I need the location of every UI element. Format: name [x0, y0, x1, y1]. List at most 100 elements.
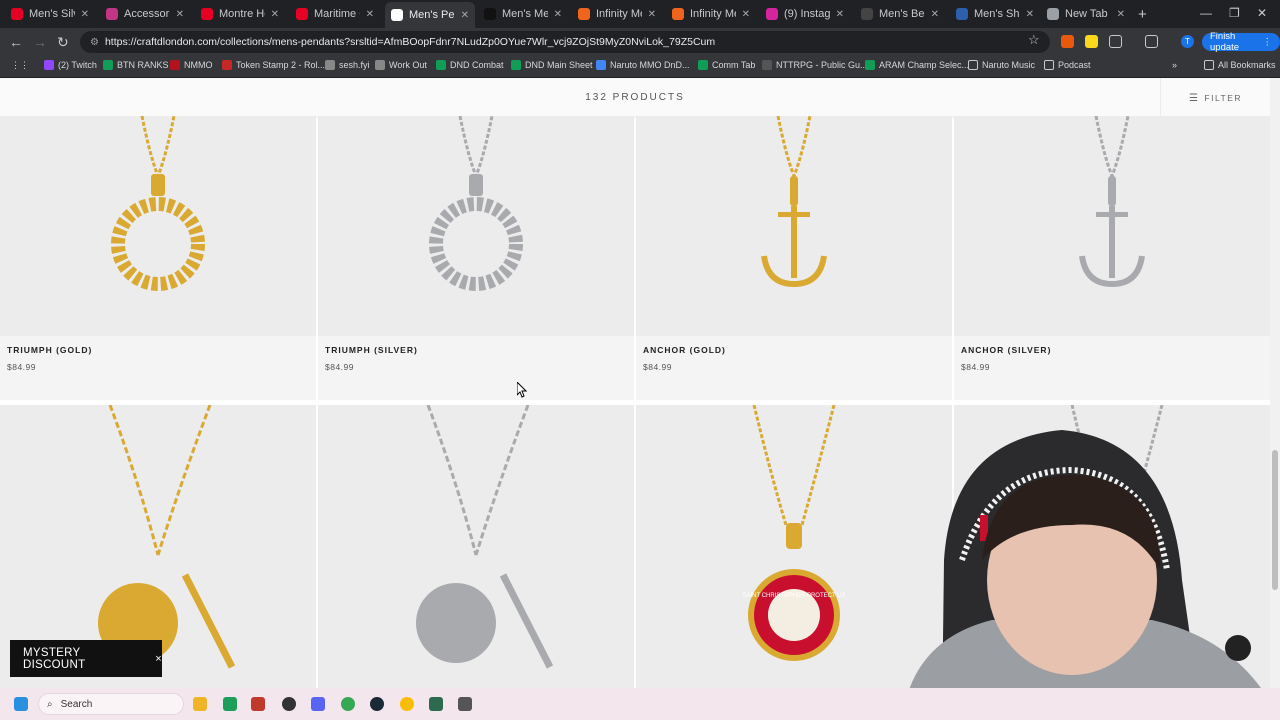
finish-update-button[interactable]: Finish update ⋮	[1202, 31, 1280, 53]
app-icon[interactable]	[251, 697, 265, 711]
product-name[interactable]: ANCHOR (GOLD)	[643, 345, 726, 355]
product-card[interactable]: TRIUMPH (GOLD) $84.99	[0, 116, 316, 400]
product-image[interactable]	[318, 405, 634, 688]
bookmark-item[interactable]: DND Combat	[436, 60, 504, 70]
tab-2[interactable]: Montre Hom ✕	[195, 4, 285, 24]
tab-1[interactable]: Accessories ✕	[100, 4, 190, 24]
product-image[interactable]	[318, 116, 634, 336]
minimize-icon[interactable]: —	[1200, 6, 1212, 20]
app-icon[interactable]	[429, 697, 443, 711]
bookmark-star-icon[interactable]: ☆	[1028, 32, 1040, 48]
product-image[interactable]	[954, 116, 1270, 336]
address-url[interactable]: https://craftdlondon.com/collections/men…	[105, 36, 715, 48]
address-bar[interactable]: ⚙ https://craftdlondon.com/collections/m…	[80, 31, 1050, 53]
tab-close-icon[interactable]: ✕	[81, 9, 89, 20]
chrome-icon[interactable]	[341, 697, 355, 711]
tab-3[interactable]: Maritime Co ✕	[290, 4, 380, 24]
chat-bubble-icon[interactable]	[1225, 635, 1251, 661]
site-info-icon[interactable]: ⚙	[90, 37, 99, 48]
bookmark-item[interactable]: DND Main Sheet	[511, 60, 593, 70]
product-card[interactable]: ANCHOR (SILVER) $84.99	[954, 116, 1270, 400]
product-image[interactable]	[636, 116, 952, 336]
app-icon[interactable]	[458, 697, 472, 711]
bookmark-favicon	[865, 60, 875, 70]
tab-close-icon[interactable]: ✕	[461, 10, 469, 21]
steam-icon[interactable]	[370, 697, 384, 711]
tab-6[interactable]: Infinity Men ✕	[572, 4, 662, 24]
bookmark-item[interactable]: Token Stamp 2 - Rol...	[222, 60, 325, 70]
tab-close-icon[interactable]: ✕	[554, 9, 562, 20]
mystery-discount-popup[interactable]: MYSTERY DISCOUNT ×	[10, 640, 162, 677]
windows-start-icon[interactable]	[14, 697, 28, 711]
tab-0[interactable]: Men's Silver ✕	[5, 4, 95, 24]
restore-icon[interactable]: ❐	[1229, 6, 1240, 20]
all-bookmarks-button[interactable]: All Bookmarks	[1204, 60, 1276, 70]
coin-pendant	[416, 583, 496, 663]
tab-close-icon[interactable]: ✕	[271, 9, 279, 20]
tab-close-icon[interactable]: ✕	[648, 9, 656, 20]
bookmark-label: Comm Tab	[712, 60, 756, 70]
product-name[interactable]: TRIUMPH (GOLD)	[7, 345, 92, 355]
bookmark-item[interactable]: Podcast	[1044, 60, 1091, 70]
filter-button[interactable]: ☰ FILTER	[1160, 78, 1270, 118]
bookmark-favicon	[222, 60, 232, 70]
bookmark-item[interactable]: BTN RANKS	[103, 60, 169, 70]
search-label: Search	[60, 698, 93, 710]
chain	[752, 405, 836, 526]
tab-4[interactable]: Men's Penda ✕	[385, 2, 475, 28]
bookmark-item[interactable]: Comm Tab	[698, 60, 755, 70]
obs-icon[interactable]	[282, 697, 296, 711]
tab-10[interactable]: Men's Short ✕	[950, 4, 1040, 24]
tab-close-icon[interactable]: ✕	[366, 9, 374, 20]
tab-close-icon[interactable]: ✕	[176, 9, 184, 20]
tab-close-icon[interactable]: ✕	[742, 9, 750, 20]
discord-icon[interactable]	[311, 697, 325, 711]
tab-close-icon[interactable]: ✕	[931, 9, 939, 20]
bookmark-item[interactable]: Work Out	[375, 60, 427, 70]
bookmark-item[interactable]: sesh.fyi	[325, 60, 370, 70]
back-icon[interactable]: ←	[9, 34, 23, 50]
tab-close-icon[interactable]: ✕	[836, 9, 844, 20]
all-bookmarks-label: All Bookmarks	[1218, 60, 1276, 70]
forward-icon[interactable]: →	[33, 34, 47, 50]
reload-icon[interactable]: ↻	[57, 34, 69, 51]
tab-7[interactable]: Infinity Men ✕	[666, 4, 756, 24]
bookmark-item[interactable]: (2) Twitch	[44, 60, 97, 70]
product-card[interactable]: TRIUMPH (SILVER) $84.99	[318, 116, 634, 400]
extension-icon[interactable]	[1061, 35, 1074, 48]
product-name[interactable]: TRIUMPH (SILVER)	[325, 345, 418, 355]
bail	[151, 174, 165, 196]
tab-11[interactable]: New Tab ✕	[1041, 4, 1131, 24]
bookmark-item[interactable]: NTTRPG - Public Gu...	[762, 60, 868, 70]
tab-close-icon[interactable]: ✕	[1117, 9, 1125, 20]
tab-5[interactable]: Men's Men ✕	[478, 4, 568, 24]
side-panel-icon[interactable]	[1145, 35, 1158, 48]
app-icon[interactable]	[223, 697, 237, 711]
tab-label: Infinity Men	[596, 8, 642, 20]
bookmarks-overflow-icon[interactable]: »	[1172, 60, 1177, 70]
extensions-puzzle-icon[interactable]	[1109, 35, 1122, 48]
profile-avatar[interactable]: T	[1181, 35, 1194, 48]
tab-9[interactable]: Men's Best S ✕	[855, 4, 945, 24]
tab-close-icon[interactable]: ✕	[1026, 9, 1034, 20]
file-explorer-icon[interactable]	[193, 697, 207, 711]
product-image[interactable]	[0, 116, 316, 336]
new-tab-icon[interactable]: +	[1138, 6, 1147, 23]
bail	[1108, 176, 1116, 206]
extension-icon[interactable]	[1085, 35, 1098, 48]
product-name[interactable]: ANCHOR (SILVER)	[961, 345, 1051, 355]
close-window-icon[interactable]: ✕	[1257, 6, 1267, 20]
taskbar-search[interactable]: ⌕ Search	[38, 693, 184, 715]
bookmark-item[interactable]: ARAM Champ Selec...	[865, 60, 969, 70]
product-card[interactable]: ANCHOR (GOLD) $84.99	[636, 116, 952, 400]
product-price: $84.99	[643, 362, 672, 372]
chrome-profile-icon[interactable]	[400, 697, 414, 711]
close-icon[interactable]: ×	[155, 653, 162, 665]
bookmark-item[interactable]: Naruto MMO DnD...	[596, 60, 690, 70]
bookmark-item[interactable]: NMMO	[170, 60, 213, 70]
apps-grid-icon[interactable]: ⋮⋮	[11, 60, 29, 71]
chain	[776, 116, 812, 181]
product-card[interactable]	[318, 405, 634, 688]
tab-8[interactable]: (9) Instagram ✕	[760, 4, 850, 24]
bookmark-item[interactable]: Naruto Music	[968, 60, 1035, 70]
